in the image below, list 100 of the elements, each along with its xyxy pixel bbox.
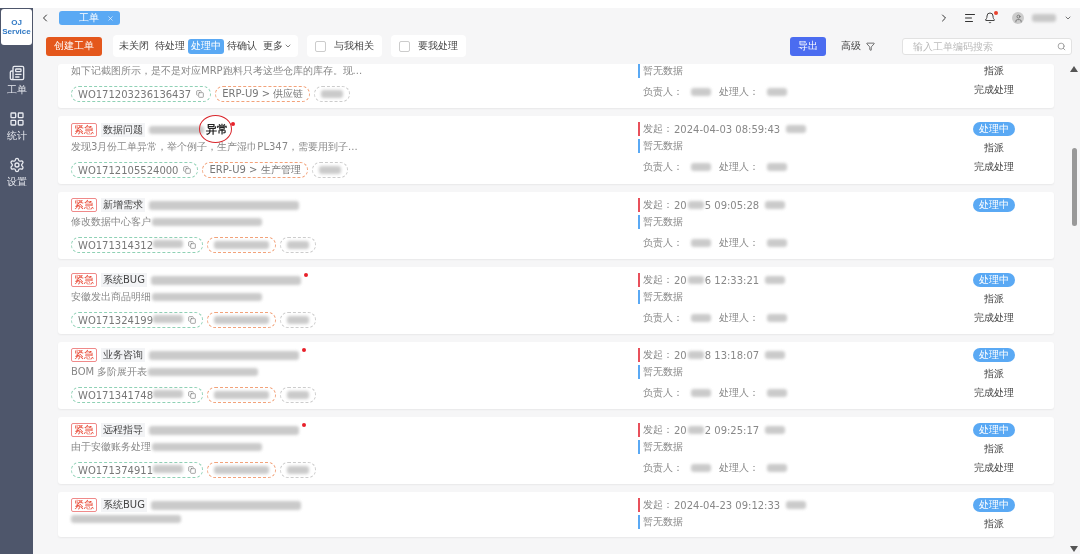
- grid-icon: [8, 111, 25, 127]
- filter-checkbox[interactable]: 要我处理: [391, 35, 466, 57]
- action-link[interactable]: 指派: [983, 442, 1004, 456]
- ticket-title[interactable]: 异常: [149, 122, 228, 137]
- blurred-text: [691, 314, 711, 322]
- blurred-title[interactable]: [150, 275, 301, 285]
- scroll-down-icon[interactable]: [1070, 546, 1078, 552]
- search-icon[interactable]: [1057, 41, 1066, 51]
- ticket-description: 由于安徽账务处理: [71, 440, 262, 454]
- start-time: 发起：20 5 09:05:28: [638, 198, 760, 212]
- blurred-title[interactable]: [149, 425, 299, 435]
- category-tag: 新增需求: [101, 198, 145, 212]
- scroll-up-icon[interactable]: [1070, 66, 1078, 72]
- action-link[interactable]: 指派: [983, 64, 1004, 78]
- start-time: 发起：2024-04-03 08:59:43: [638, 122, 781, 136]
- blurred-text: [691, 239, 711, 247]
- priority-tag: 紧急: [71, 198, 97, 212]
- owner-label: 负责人：: [643, 311, 683, 325]
- empty-note: 暂无数据: [638, 139, 683, 153]
- empty-note: 暂无数据: [638, 440, 683, 454]
- ticket-description: BOM 多阶展开表: [71, 365, 259, 379]
- list-icon[interactable]: [964, 12, 976, 24]
- handler-label: 处理人：: [719, 85, 759, 99]
- blurred-text: [767, 88, 787, 96]
- blurred-text: [765, 426, 786, 434]
- owner-label: 负责人：: [643, 85, 683, 99]
- more-dropdown[interactable]: 更多: [260, 38, 295, 54]
- filter-icon: [866, 41, 875, 51]
- category-tag: 远程指导: [101, 423, 145, 437]
- logo: OJ Service: [1, 9, 32, 45]
- action-link[interactable]: 完成处理: [973, 83, 1014, 97]
- copy-icon[interactable]: [188, 316, 197, 324]
- filter-tab[interactable]: 未关闭: [116, 38, 152, 54]
- filter-checkbox[interactable]: 与我相关: [307, 35, 382, 57]
- copy-icon[interactable]: [188, 391, 197, 399]
- blurred-title[interactable]: [149, 200, 299, 210]
- priority-tag: 紧急: [71, 122, 97, 137]
- blurred-text: [321, 90, 344, 98]
- copy-icon[interactable]: [188, 466, 197, 474]
- action-link[interactable]: 指派: [983, 141, 1004, 155]
- sidebar-item[interactable]: 统计: [6, 111, 27, 143]
- blurred-text: [214, 391, 270, 399]
- blurred-text: [687, 426, 704, 434]
- blurred-text: [149, 125, 204, 134]
- status-badge: 处理中: [972, 198, 1015, 212]
- action-link[interactable]: 指派: [983, 367, 1004, 381]
- close-icon[interactable]: [107, 14, 114, 22]
- filter-tab[interactable]: 待确认: [224, 38, 260, 54]
- category-tag: 数据问题: [101, 122, 145, 137]
- blurred-text: [687, 351, 704, 359]
- handler-label: 处理人：: [719, 386, 759, 400]
- sidebar-item[interactable]: 设置: [6, 157, 27, 189]
- blurred-text: [214, 316, 270, 324]
- blurred-title[interactable]: [149, 350, 299, 360]
- scrollbar[interactable]: [1068, 64, 1080, 554]
- blurred-text: [786, 501, 807, 509]
- handler-label: 处理人：: [719, 311, 759, 325]
- blurred-text: [767, 314, 787, 322]
- export-button[interactable]: 导出: [790, 36, 826, 56]
- blurred-text: [318, 166, 341, 174]
- create-button[interactable]: 创建工单: [46, 36, 102, 56]
- blurred-text: [691, 88, 711, 96]
- action-link[interactable]: 完成处理: [973, 160, 1014, 174]
- ticket-description: 安徽发出商品明细: [71, 290, 262, 304]
- category-tag: 业务咨询: [101, 348, 145, 362]
- blurred-text: [287, 241, 310, 249]
- caret-icon: [284, 42, 292, 50]
- copy-icon[interactable]: [196, 90, 205, 98]
- action-link[interactable]: 指派: [983, 292, 1004, 306]
- blurred-text: [153, 239, 184, 248]
- avatar[interactable]: [1012, 12, 1024, 24]
- priority-tag: 紧急: [71, 348, 97, 362]
- blurred-text: [153, 389, 184, 398]
- action-link[interactable]: 完成处理: [973, 386, 1014, 400]
- status-badge: 处理中: [972, 348, 1015, 362]
- start-time: 发起：20 2 09:25:17: [638, 423, 760, 437]
- caret-icon[interactable]: [1064, 14, 1072, 22]
- empty-note: 暂无数据: [638, 515, 683, 529]
- copy-icon[interactable]: [183, 166, 192, 174]
- sidebar-item[interactable]: 工单: [6, 65, 27, 97]
- blurred-text: [687, 276, 704, 284]
- blurred-text: [153, 464, 184, 473]
- settings-icon: [8, 157, 25, 173]
- filter-tab[interactable]: 待处理: [152, 38, 188, 54]
- blurred-text: [287, 391, 310, 399]
- blurred-text: [287, 466, 310, 474]
- blurred-title[interactable]: [150, 500, 301, 510]
- owner-label: 负责人：: [643, 386, 683, 400]
- blurred-text: [765, 276, 786, 284]
- owner-label: 负责人：: [643, 461, 683, 475]
- action-link[interactable]: 指派: [983, 517, 1004, 531]
- blurred-text: [687, 201, 704, 209]
- advanced-filter-button[interactable]: 高级: [835, 38, 881, 54]
- blurred-text: [214, 466, 270, 474]
- action-link[interactable]: 完成处理: [973, 461, 1014, 475]
- copy-icon[interactable]: [188, 241, 197, 249]
- action-link[interactable]: 完成处理: [973, 311, 1014, 325]
- start-time: 发起：2024-04-23 09:12:33: [638, 498, 781, 512]
- blurred-text: [214, 241, 270, 249]
- bell-icon[interactable]: [984, 12, 996, 24]
